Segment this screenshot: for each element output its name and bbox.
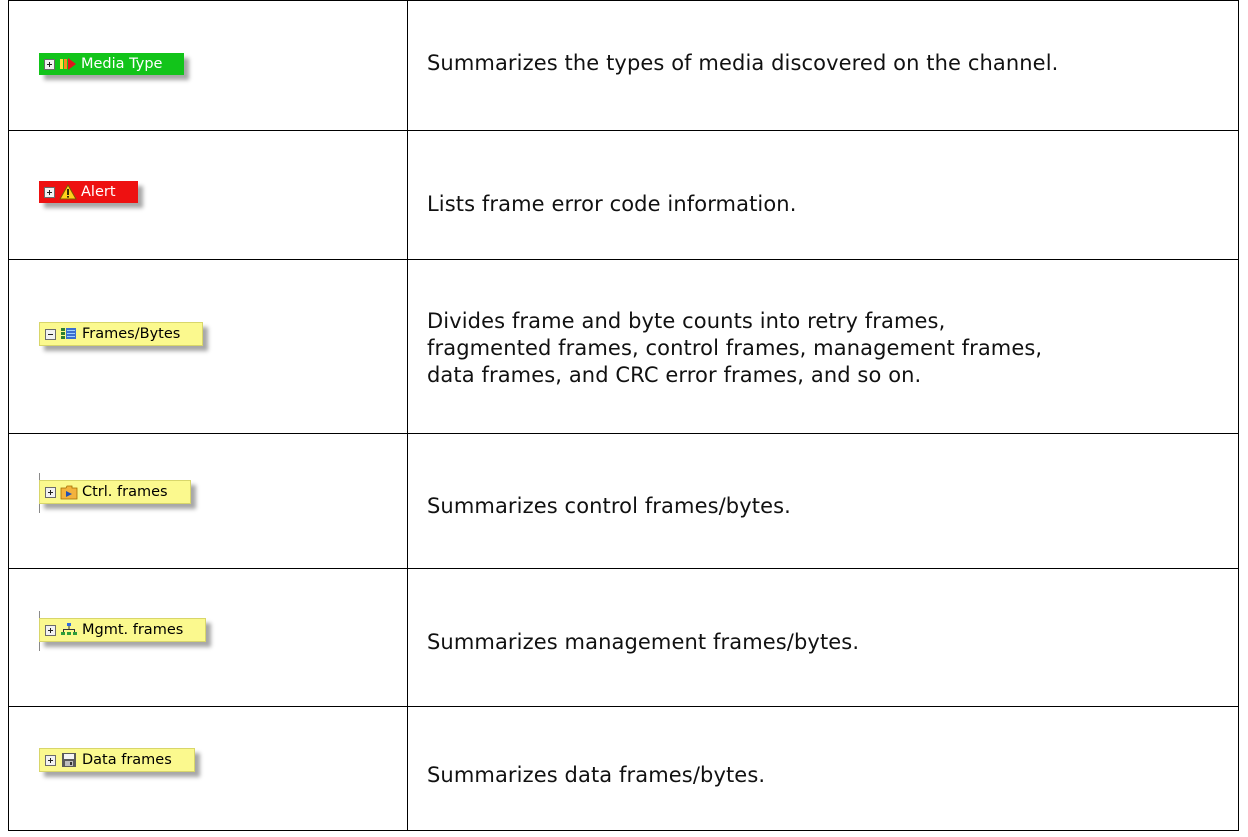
control-folder-icon [60,485,78,500]
description-line: fragmented frames, control frames, manag… [427,336,1043,360]
tag-label: Media Type [81,56,163,72]
alert-node[interactable]: Alert [39,181,138,203]
tag-label: Data frames [82,752,172,768]
network-tree-icon [61,623,77,635]
warning-triangle-icon [59,184,77,200]
data-frames-node[interactable]: Data frames [39,748,195,772]
tag-cell: Data frames [8,706,408,831]
legend-row: Ctrl. frames Summarizes control frames/b… [8,433,1239,569]
expand-plus-icon[interactable] [44,58,55,70]
description-cell: Lists frame error code information. [407,130,1239,260]
tag-cell: Frames/Bytes [8,259,408,434]
tag-cell: Mgmt. frames [8,568,408,707]
legend-table: Media Type Summarizes the types of media… [8,0,1239,831]
floppy-disk-icon [62,753,76,767]
description-text: Summarizes the types of media discovered… [427,50,1058,77]
expand-plus-icon[interactable] [45,486,56,498]
media-type-node[interactable]: Media Type [39,53,185,75]
legend-row: Data frames Summarizes data frames/bytes… [8,706,1239,831]
media-arrow-icon [60,58,76,70]
tag-label: Alert [81,184,116,200]
collapse-minus-icon[interactable] [45,328,56,340]
ctrl-frames-node[interactable]: Ctrl. frames [39,480,191,504]
tag-cell: Ctrl. frames [8,433,408,569]
description-line: Summarizes data frames/bytes. [427,763,766,787]
tag-cell: Alert [8,130,408,260]
legend-row: Mgmt. frames Summarizes management frame… [8,568,1239,707]
legend-row: Media Type Summarizes the types of media… [8,0,1239,131]
mgmt-frames-node[interactable]: Mgmt. frames [39,618,207,642]
description-cell: Divides frame and byte counts into retry… [407,259,1239,434]
tag-label: Frames/Bytes [82,326,181,342]
description-line: Summarizes control frames/bytes. [427,494,791,518]
description-line: Divides frame and byte counts into retry… [427,309,946,333]
description-cell: Summarizes control frames/bytes. [407,433,1239,569]
description-text: Summarizes data frames/bytes. [427,762,765,789]
legend-row: Alert Lists frame error code information… [8,130,1239,260]
description-cell: Summarizes data frames/bytes. [407,706,1239,831]
description-line: Summarizes management frames/bytes. [427,630,860,654]
frames-grid-icon [61,328,76,339]
tag-label: Ctrl. frames [82,484,168,500]
description-text: Lists frame error code information. [427,191,796,218]
description-cell: Summarizes management frames/bytes. [407,568,1239,707]
description-line: Summarizes the types of media discovered… [427,51,1059,75]
description-line: Lists frame error code information. [427,192,797,216]
tag-cell: Media Type [8,0,408,131]
description-cell: Summarizes the types of media discovered… [407,0,1239,131]
expand-plus-icon[interactable] [44,186,55,198]
expand-plus-icon[interactable] [45,754,56,766]
legend-row: Frames/Bytes Divides frame and byte coun… [8,259,1239,434]
description-text: Divides frame and byte counts into retry… [427,308,1042,389]
expand-plus-icon[interactable] [45,624,56,636]
tag-label: Mgmt. frames [82,622,184,638]
description-text: Summarizes control frames/bytes. [427,493,791,520]
frames-bytes-node[interactable]: Frames/Bytes [39,322,204,346]
description-text: Summarizes management frames/bytes. [427,629,859,656]
description-line: data frames, and CRC error frames, and s… [427,363,922,387]
